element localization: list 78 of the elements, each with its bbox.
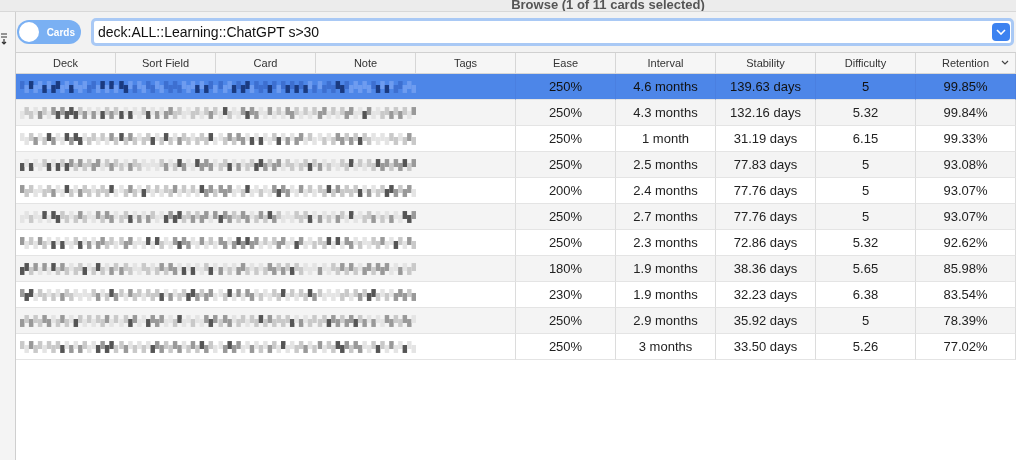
chevron-down-icon [996,29,1006,35]
table-cell: 35.92 days [716,308,816,334]
table-cell: 250% [516,74,616,100]
table-cell: 99.85% [916,74,1016,100]
table-cell: 4.6 months [616,74,716,100]
column-header[interactable]: Card [216,53,316,74]
table-cell: 2.4 months [616,178,716,204]
column-header[interactable]: Stability [716,53,816,74]
table-cell: 77.02% [916,334,1016,360]
table-row[interactable] [16,308,416,334]
table-cell: 139.63 days [716,74,816,100]
table-cell: 78.39% [916,308,1016,334]
table-cell: 5 [816,204,916,230]
table-cell: 250% [516,126,616,152]
table-cell: 5.32 [816,100,916,126]
column-header[interactable]: Sort Field [116,53,216,74]
table-cell: 33.50 days [716,334,816,360]
column-header[interactable]: Difficulty [816,53,916,74]
table-cell: 72.86 days [716,230,816,256]
table-cell: 1.9 months [616,282,716,308]
sort-arrows-icon[interactable] [0,33,8,45]
table-cell: 93.07% [916,204,1016,230]
table-cell: 32.23 days [716,282,816,308]
table-row[interactable] [16,100,416,126]
table-row[interactable] [16,256,416,282]
table-cell: 5.65 [816,256,916,282]
dropdown-button[interactable] [992,23,1010,41]
column-header[interactable]: Ease [516,53,616,74]
table-cell: 99.84% [916,100,1016,126]
table-cell: 132.16 days [716,100,816,126]
table-cell: 250% [516,334,616,360]
table-cell: 85.98% [916,256,1016,282]
table-cell: 77.76 days [716,204,816,230]
table-cell: 200% [516,178,616,204]
table-cell: 31.19 days [716,126,816,152]
search-field[interactable]: deck:ALL::Learning::ChatGPT s>30 [91,18,1014,46]
table-cell: 250% [516,204,616,230]
column-header[interactable]: Tags [416,53,516,74]
table-cell: 5 [816,178,916,204]
sort-chevron-icon[interactable] [1001,60,1009,65]
table-cell: 5 [816,308,916,334]
table-cell: 6.15 [816,126,916,152]
table-cell: 6.38 [816,282,916,308]
column-header[interactable]: Note [316,53,416,74]
table-cell: 3 months [616,334,716,360]
table-cell: 77.76 days [716,178,816,204]
table-cell: 93.08% [916,152,1016,178]
search-input[interactable]: deck:ALL::Learning::ChatGPT s>30 [98,24,992,40]
table-cell: 5.32 [816,230,916,256]
table-cell: 99.33% [916,126,1016,152]
table-cell: 2.5 months [616,152,716,178]
table-cell: 77.83 days [716,152,816,178]
column-header[interactable]: Deck [16,53,116,74]
table-cell: 230% [516,282,616,308]
table-cell: 250% [516,230,616,256]
table-cell: 5 [816,152,916,178]
table-cell: 5.26 [816,334,916,360]
table-cell: 93.07% [916,178,1016,204]
table-cell: 1 month [616,126,716,152]
table-cell: 180% [516,256,616,282]
table-cell: 2.3 months [616,230,716,256]
table-cell: 2.9 months [616,308,716,334]
table-cell: 250% [516,308,616,334]
table-cell: 4.3 months [616,100,716,126]
table-cell: 92.62% [916,230,1016,256]
table-cell: 38.36 days [716,256,816,282]
table-cell: 250% [516,100,616,126]
column-header[interactable]: Retention [916,53,1016,74]
table-cell: 1.9 months [616,256,716,282]
table-row[interactable] [16,152,416,178]
table-cell: 5 [816,74,916,100]
table-row[interactable] [16,74,416,100]
window-title: Browse (1 of 11 cards selected) [511,0,705,11]
table-cell: 250% [516,152,616,178]
table-row[interactable] [16,204,416,230]
column-header[interactable]: Interval [616,53,716,74]
table-cell: 2.7 months [616,204,716,230]
table-cell: 83.54% [916,282,1016,308]
